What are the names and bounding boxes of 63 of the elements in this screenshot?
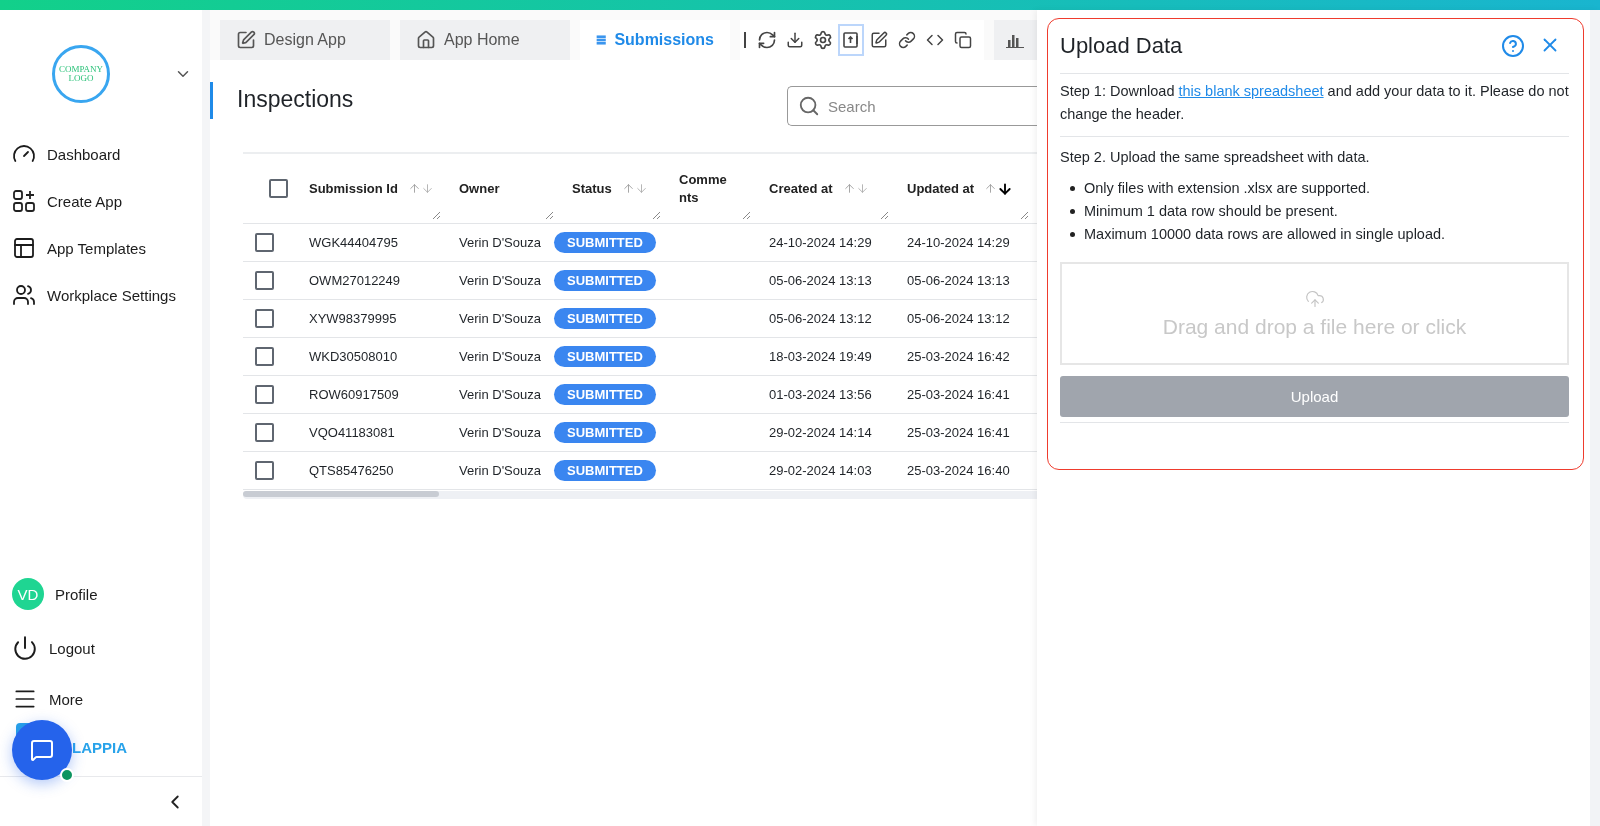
table-cell-text: 24-10-2024 14:29	[906, 235, 1011, 250]
table-cell-text: Verin D'Souza	[458, 463, 542, 478]
status-badge: SUBMITTED	[554, 308, 656, 329]
table-cell-text: Verin D'Souza	[458, 273, 542, 288]
column-header: Created at	[769, 181, 833, 196]
table-cell-text: Verin D'Souza	[458, 387, 542, 402]
table-cell-text: 18-03-2024 19:49	[768, 349, 873, 364]
table-cell-text: 05-06-2024 13:13	[768, 273, 873, 288]
rule-item: Only files with extension .xlsx are supported.	[1084, 179, 1371, 198]
status-badge: SUBMITTED	[554, 384, 656, 405]
company-logo: COMPANY LOGO	[52, 45, 110, 103]
table-cell-text: Verin D'Souza	[458, 425, 542, 440]
tab[interactable]: App Home	[400, 20, 570, 60]
table-cell-text: 29-02-2024 14:14	[768, 425, 873, 440]
tab[interactable]: Submissions	[580, 20, 730, 60]
sidebar-item[interactable]: Workplace Settings	[12, 283, 202, 307]
sidebar-item[interactable]: Dashboard	[12, 142, 202, 166]
tab[interactable]: Design App	[220, 20, 390, 60]
step-two-text: Step 2. Upload the same spreadsheet with data.	[1060, 149, 1371, 165]
column-header: Comments	[679, 170, 728, 207]
column-header: Status	[572, 181, 612, 196]
table-cell-text: QTS85476250	[308, 463, 395, 478]
table-cell-text: 05-06-2024 13:12	[906, 311, 1011, 326]
table-cell-text: 25-03-2024 16:42	[906, 349, 1011, 364]
table-cell-text: XYW98379995	[308, 311, 398, 326]
table-cell-text: 24-10-2024 14:29	[768, 235, 873, 250]
rule-item: Minimum 1 data row should be present.	[1084, 202, 1338, 221]
brand-name: LAPPIA	[72, 738, 127, 756]
table-cell-text: WGK44404795	[308, 235, 399, 250]
column-header: Owner	[459, 181, 500, 196]
step-one-text: Step 1: Download this blank spreadsheet and add your data to it. Please do not change the header.	[1060, 74, 1569, 137]
table-cell-text: 25-03-2024 16:41	[906, 425, 1011, 440]
status-badge: SUBMITTED	[554, 232, 656, 253]
table-cell-text: VQO41183081	[308, 425, 396, 440]
column-header: Updated at	[907, 181, 975, 196]
table-cell-text: Verin D'Souza	[458, 311, 542, 326]
table-cell-text: 05-06-2024 13:12	[768, 311, 873, 326]
sidebar-item[interactable]: Logout	[12, 635, 202, 661]
panel-title: Upload Data	[1060, 33, 1183, 59]
table-cell-text: 25-03-2024 16:41	[906, 387, 1011, 402]
status-badge: SUBMITTED	[554, 346, 656, 367]
table-cell-text: 25-03-2024 16:40	[906, 463, 1011, 478]
search-field[interactable]: Search	[787, 86, 1037, 126]
status-badge: SUBMITTED	[554, 270, 656, 291]
sidebar-item[interactable]: App Templates	[12, 236, 202, 260]
sidebar-item[interactable]: More	[12, 686, 202, 712]
page-title: Inspections	[210, 82, 354, 119]
sidebar-item[interactable]: Create App	[12, 189, 202, 213]
table-cell-text: Verin D'Souza	[458, 349, 542, 364]
table-cell-text: WKD30508010	[308, 349, 399, 364]
table-cell-text: ROW60917509	[308, 387, 400, 402]
sidebar-item[interactable]: VD Profile	[12, 578, 202, 610]
table-cell-text: OWM27012249	[308, 273, 402, 288]
table-cell-text: 05-06-2024 13:13	[906, 273, 1011, 288]
status-badge: SUBMITTED	[554, 422, 656, 443]
avatar: VD	[12, 578, 44, 610]
table-cell-text: 01-03-2024 13:56	[768, 387, 873, 402]
status-badge: SUBMITTED	[554, 460, 656, 481]
spreadsheet-link[interactable]: this blank spreadsheet	[1178, 83, 1324, 99]
table-cell-text: 29-02-2024 14:03	[768, 463, 873, 478]
table-cell-text: Verin D'Souza	[458, 235, 542, 250]
rule-item: Maximum 10000 data rows are allowed in single upload.	[1084, 225, 1446, 244]
column-header: Submission Id	[309, 181, 398, 196]
